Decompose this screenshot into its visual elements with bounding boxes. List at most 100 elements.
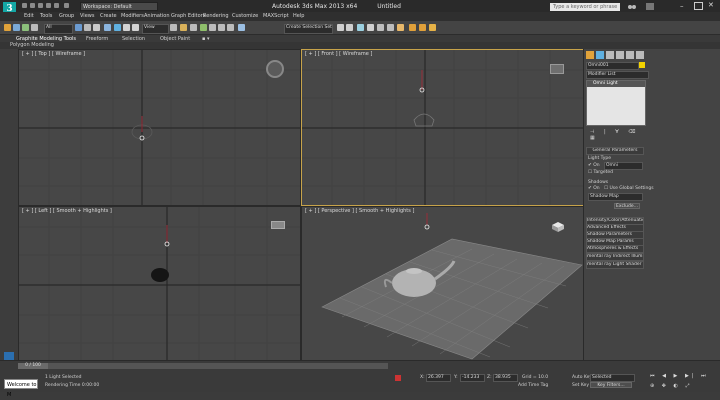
targeted-checkbox[interactable]: ☐ Targeted — [588, 170, 613, 175]
stack-controls[interactable]: ⊣ | ∀ ⌫ ▦ — [590, 129, 644, 141]
menu-animation[interactable]: Animation — [144, 13, 170, 19]
save-icon[interactable] — [38, 3, 43, 8]
z-coordinate-field[interactable]: 38.935 — [493, 374, 518, 382]
material-editor-icon[interactable] — [397, 24, 404, 31]
help-icon[interactable] — [646, 3, 654, 10]
menu-customize[interactable]: Customize — [232, 13, 258, 19]
rollout-mr-indirect[interactable]: mental ray Indirect Illumination — [586, 253, 644, 261]
x-coordinate-field[interactable]: 26.397 — [426, 374, 451, 382]
use-global-checkbox[interactable]: ☐ Use Global Settings — [604, 186, 654, 191]
viewport-left-label[interactable]: [ + ] [ Left ] [ Smooth + Highlights ] — [22, 208, 112, 214]
binoculars-icon[interactable] — [628, 3, 636, 10]
light-on-checkbox[interactable]: ✔ On — [588, 163, 600, 168]
graphite-toggle-icon[interactable] — [367, 24, 374, 31]
maximize-icon[interactable] — [694, 2, 703, 10]
curve-editor-icon[interactable] — [377, 24, 384, 31]
unlink-icon[interactable] — [31, 24, 38, 31]
undo-toolbar-icon[interactable] — [4, 24, 11, 31]
motion-tab-icon[interactable] — [616, 51, 624, 59]
close-icon[interactable]: ✕ — [708, 1, 717, 10]
spinner-snap-icon[interactable] — [227, 24, 234, 31]
menu-tools[interactable]: Tools — [40, 13, 52, 19]
select-rotate-icon[interactable] — [123, 24, 130, 31]
utilities-tab-icon[interactable] — [636, 51, 644, 59]
time-slider[interactable]: 0 / 100 — [18, 363, 388, 369]
edit-named-selection-icon[interactable] — [238, 24, 245, 31]
redo-icon[interactable] — [54, 3, 59, 8]
display-tab-icon[interactable] — [626, 51, 634, 59]
steering-wheel-icon[interactable] — [266, 60, 284, 78]
minimize-icon[interactable]: – — [680, 2, 689, 10]
render-production-icon[interactable] — [429, 24, 436, 31]
set-key-button[interactable]: Set Key — [572, 383, 589, 388]
viewport-front[interactable]: [ + ] [ Front ] [ Wireframe ] — [301, 49, 585, 206]
open-icon[interactable] — [30, 3, 35, 8]
new-icon[interactable] — [22, 3, 27, 8]
schematic-view-icon[interactable] — [387, 24, 394, 31]
y-coordinate-field[interactable]: -14.233 — [460, 374, 485, 382]
selection-filter-dropdown[interactable]: All — [44, 24, 73, 34]
select-object-icon[interactable] — [75, 24, 82, 31]
workspace-dropdown[interactable]: Workspace: Default — [80, 2, 158, 11]
link-icon[interactable] — [22, 24, 29, 31]
menu-create[interactable]: Create — [100, 13, 117, 19]
key-mode-dropdown[interactable]: Selected — [590, 374, 635, 382]
rollout-general-parameters[interactable]: General Parameters — [586, 147, 644, 155]
viewport-perspective[interactable]: [ + ] [ Perspective ] [ Smooth + Highlig… — [301, 206, 585, 362]
viewport-left[interactable]: [ + ] [ Left ] [ Smooth + Highlights ] — [18, 206, 301, 362]
project-folder-icon[interactable] — [64, 3, 69, 8]
select-manipulate-icon[interactable] — [180, 24, 187, 31]
modify-tab-icon[interactable] — [596, 51, 604, 59]
viewport-perspective-label[interactable]: [ + ] [ Perspective ] [ Smooth + Highlig… — [305, 208, 414, 214]
modifier-list-dropdown[interactable]: Modifier List — [586, 71, 649, 79]
align-icon[interactable] — [346, 24, 353, 31]
modifier-stack[interactable]: Omni Light — [586, 80, 646, 126]
snaps-toggle-icon[interactable] — [200, 24, 207, 31]
object-name-field[interactable]: Omni001 — [586, 62, 639, 70]
viewport-front-label[interactable]: [ + ] [ Front ] [ Wireframe ] — [305, 51, 372, 57]
keyboard-shortcut-icon[interactable] — [190, 24, 197, 31]
key-filters-button[interactable]: Key Filters... — [590, 382, 632, 388]
object-color-swatch[interactable] — [639, 62, 645, 68]
rendered-frame-icon[interactable] — [419, 24, 426, 31]
rollout-atmospheres[interactable]: Atmospheres & Effects — [586, 245, 644, 253]
layer-manager-icon[interactable] — [357, 24, 364, 31]
viewport-top[interactable]: [ + ] [ Top ] [ Wireframe ] — [18, 49, 301, 206]
viewcube-left-icon[interactable] — [271, 221, 285, 229]
exclude-button[interactable]: Exclude... — [614, 203, 640, 209]
shadows-on-checkbox[interactable]: ✔ On — [588, 186, 600, 191]
menu-help[interactable]: Help — [293, 13, 304, 19]
time-slider-handle[interactable]: 0 / 100 — [18, 363, 48, 369]
playback-controls[interactable]: ⏮ ◀ ▶ ▶| ⏭ — [650, 373, 716, 381]
menu-maxscript[interactable]: MAXScript — [263, 13, 289, 19]
named-selection-set-field[interactable]: Create Selection Set — [284, 24, 333, 34]
select-scale-icon[interactable] — [132, 24, 139, 31]
menu-group[interactable]: Group — [59, 13, 74, 19]
menu-edit[interactable]: Edit — [24, 13, 34, 19]
render-setup-icon[interactable] — [409, 24, 416, 31]
undo-icon[interactable] — [46, 3, 51, 8]
angle-snap-icon[interactable] — [209, 24, 216, 31]
rect-selection-icon[interactable] — [93, 24, 100, 31]
redo-toolbar-icon[interactable] — [13, 24, 20, 31]
search-input[interactable]: Type a keyword or phrase — [550, 3, 620, 11]
lock-selection-icon[interactable] — [395, 375, 401, 381]
menu-modifiers[interactable]: Modifiers — [121, 13, 144, 19]
viewcube-perspective-icon[interactable] — [550, 221, 566, 233]
percent-snap-icon[interactable] — [218, 24, 225, 31]
reference-coord-dropdown[interactable]: View — [142, 24, 169, 34]
shadow-type-dropdown[interactable]: Shadow Map — [588, 193, 643, 201]
select-move-icon[interactable] — [114, 24, 121, 31]
modifier-stack-item[interactable]: Omni Light — [587, 81, 645, 87]
viewport-top-label[interactable]: [ + ] [ Top ] [ Wireframe ] — [22, 51, 85, 57]
viewport-layout-icon[interactable] — [4, 352, 14, 360]
rollout-mr-light-shader[interactable]: mental ray Light Shader — [586, 261, 644, 269]
create-tab-icon[interactable] — [586, 51, 594, 59]
viewcube-icon[interactable] — [550, 64, 564, 74]
maxscript-listener[interactable]: Welcome to M — [4, 379, 38, 398]
navigation-controls[interactable]: ⊕ ✥ ◐ ⤢ — [650, 383, 716, 391]
pivot-center-icon[interactable] — [170, 24, 177, 31]
panel-polygon-modeling[interactable]: Polygon Modeling — [10, 42, 54, 48]
light-type-dropdown[interactable]: Omni — [604, 162, 643, 170]
hierarchy-tab-icon[interactable] — [606, 51, 614, 59]
